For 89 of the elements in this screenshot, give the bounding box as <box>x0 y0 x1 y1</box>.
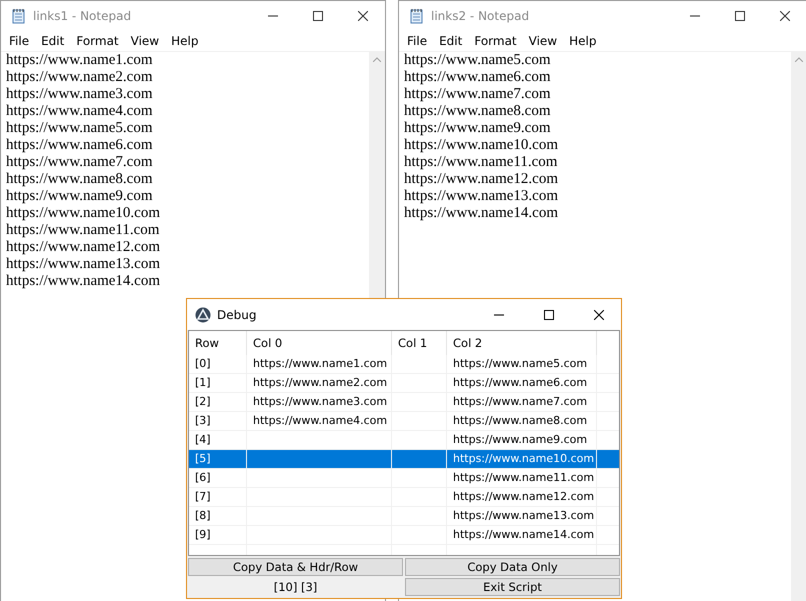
menu-item[interactable]: Help <box>563 34 602 48</box>
table-row[interactable]: [7] https://www.name12.com <box>189 488 619 507</box>
menu-item[interactable]: View <box>124 34 166 48</box>
text-line: https://www.name12.com <box>404 171 560 188</box>
text-line: https://www.name13.com <box>6 256 162 273</box>
table-cell: [7] <box>189 488 247 506</box>
text-line: https://www.name14.com <box>6 273 162 290</box>
text-line: https://www.name6.com <box>404 69 552 86</box>
text-line: https://www.name12.com <box>6 239 162 256</box>
column-header[interactable]: Col 2 <box>447 331 597 355</box>
window-title: Debug <box>217 308 258 322</box>
maximize-icon[interactable] <box>734 11 744 21</box>
text-line: https://www.name8.com <box>6 171 154 188</box>
menu-item[interactable]: Edit <box>35 34 70 48</box>
text-line: https://www.name1.com <box>6 52 154 69</box>
table-cell: [5] <box>189 450 247 468</box>
table-cell: [6] <box>189 469 247 487</box>
maximize-icon[interactable] <box>312 11 322 21</box>
column-header[interactable]: Row <box>189 331 247 355</box>
table-cell: https://www.name13.com <box>447 507 597 525</box>
table-cell: https://www.name10.com <box>447 450 597 468</box>
table-cell: [1] <box>189 374 247 392</box>
menu-item[interactable]: File <box>3 34 36 48</box>
table-row[interactable]: [0] https://www.name1.com https://www.name5.com <box>189 355 619 374</box>
text-line: https://www.name9.com <box>404 120 552 137</box>
action-button[interactable]: Copy Data Only <box>405 558 620 576</box>
table-cell: https://www.name14.com <box>447 526 597 544</box>
text-line: https://www.name11.com <box>404 154 558 171</box>
text-line: https://www.name4.com <box>6 103 154 120</box>
text-line: https://www.name6.com <box>6 137 154 154</box>
menu-item[interactable]: Format <box>468 34 523 48</box>
text-line: https://www.name14.com <box>404 205 560 222</box>
text-line: https://www.name10.com <box>404 137 560 154</box>
notepad-icon <box>11 8 27 24</box>
text-line: https://www.name5.com <box>6 120 154 137</box>
table-cell: [0] <box>189 355 247 373</box>
text-line: https://www.name5.com <box>404 52 552 69</box>
column-header[interactable]: Col 1 <box>392 331 447 355</box>
table-cell: https://www.name11.com <box>447 469 597 487</box>
column-header[interactable]: Col 0 <box>247 331 392 355</box>
text-line: https://www.name8.com <box>404 103 552 120</box>
text-line: https://www.name10.com <box>6 205 162 222</box>
close-icon[interactable] <box>358 11 368 21</box>
table-row[interactable]: [6] https://www.name11.com <box>189 469 619 488</box>
table-cell: [3] <box>189 412 247 430</box>
action-button[interactable]: Exit Script <box>405 578 620 596</box>
close-icon[interactable] <box>780 11 790 21</box>
table-cell: [2] <box>189 393 247 411</box>
text-line: https://www.name2.com <box>6 69 154 86</box>
table-row[interactable]: [9] https://www.name14.com <box>189 526 619 545</box>
table-row[interactable]: [3] https://www.name4.com https://www.name8.com <box>189 412 619 431</box>
scrollbar[interactable] <box>791 52 806 601</box>
window-title: links2 - Notepad <box>431 9 530 23</box>
text-line: https://www.name11.com <box>6 222 160 239</box>
table-row[interactable]: [2] https://www.name3.com https://www.name7.com <box>189 393 619 412</box>
close-icon[interactable] <box>594 310 604 320</box>
table-cell: https://www.name3.com <box>247 393 392 411</box>
menu-item[interactable]: Help <box>165 34 204 48</box>
window-title: links1 - Notepad <box>33 9 132 23</box>
table-row[interactable]: [1] https://www.name2.com https://www.name6.com <box>189 374 619 393</box>
text-line: https://www.name7.com <box>404 86 552 103</box>
menu-item[interactable]: View <box>522 34 564 48</box>
table-row[interactable]: [8] https://www.name13.com <box>189 507 619 526</box>
menu-item[interactable]: File <box>401 34 434 48</box>
menu-item[interactable]: Edit <box>433 34 468 48</box>
table-row[interactable]: [5] https://www.name10.com <box>189 450 619 469</box>
table-cell: [8] <box>189 507 247 525</box>
app-logo-icon <box>195 306 211 322</box>
table-cell: [9] <box>189 526 247 544</box>
table-cell: https://www.name8.com <box>447 412 597 430</box>
text-line: https://www.name3.com <box>6 86 154 103</box>
text-line: https://www.name9.com <box>6 188 154 205</box>
status-label: [10] [3] <box>272 579 318 596</box>
scrollbar[interactable] <box>369 52 385 298</box>
text-line: https://www.name7.com <box>6 154 154 171</box>
notepad-icon <box>409 8 425 24</box>
table-cell: [4] <box>189 431 247 449</box>
table-cell: https://www.name2.com <box>247 374 392 392</box>
table-cell: https://www.name5.com <box>447 355 597 373</box>
maximize-icon[interactable] <box>544 310 554 320</box>
action-button[interactable]: Copy Data & Hdr/Row <box>188 558 403 576</box>
table-cell: https://www.name1.com <box>247 355 392 373</box>
table-cell: https://www.name9.com <box>447 431 597 449</box>
menu-item[interactable]: Format <box>70 34 125 48</box>
table-cell: https://www.name7.com <box>447 393 597 411</box>
table-cell: https://www.name12.com <box>447 488 597 506</box>
text-line: https://www.name13.com <box>404 188 560 205</box>
table-cell: https://www.name4.com <box>247 412 392 430</box>
table-cell: https://www.name6.com <box>447 374 597 392</box>
